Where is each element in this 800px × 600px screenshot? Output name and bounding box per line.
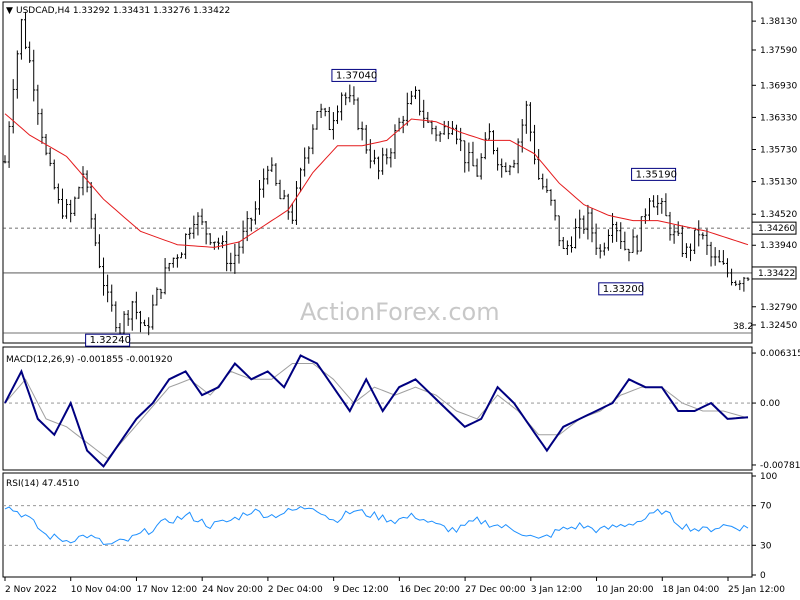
price-tick-label: 1.35730	[760, 145, 797, 155]
annotation-label: 1.37040	[336, 70, 377, 81]
annotation-label: 1.35190	[636, 169, 677, 180]
price-tick-label: 1.32790	[760, 303, 797, 313]
price-axis: 1.38130 1.37590 1.36930 1.36330 1.35730 1.351…	[752, 17, 797, 331]
price-tick-label: 1.34520	[760, 210, 797, 220]
time-axis: 2 Nov 2022 10 Nov 04:00 17 Nov 12:00 24 Nov…	[4, 577, 785, 595]
rsi-tick-label: 70	[760, 502, 772, 512]
price-label-text: 1.33422	[758, 269, 795, 279]
rsi-tick-label: 0	[760, 571, 766, 581]
time-tick-label: 16 Dec 20:00	[399, 585, 460, 595]
watermark: ActionForex.com	[300, 298, 500, 326]
forex-chart: ActionForex.com 1.381301.375901.369301.3…	[2, 1, 800, 595]
time-tick-label: 2 Nov 2022	[5, 585, 57, 595]
annotation-label: 1.32240	[90, 335, 131, 346]
price-label-text: 1.34260	[758, 224, 795, 234]
price-tick-label: 1.38130	[760, 17, 797, 27]
price-tick-label: 1.35130	[760, 178, 797, 188]
symbol-header: USDCAD,H4 1.33292 1.33431 1.33276 1.3342…	[16, 6, 230, 16]
annotation-label: 1.33200	[603, 284, 644, 295]
time-tick-label: 25 Jan 12:00	[728, 585, 785, 595]
macd-tick-label: 0.00	[760, 399, 780, 409]
price-tick-label: 1.32450	[760, 321, 797, 331]
price-tick-label: 1.37590	[760, 46, 797, 56]
time-tick-label: 10 Jan 20:00	[597, 585, 654, 595]
rsi-panel	[2, 472, 753, 578]
macd-title: MACD(12,26,9) -0.001855 -0.001920	[6, 355, 173, 365]
time-tick-label: 17 Nov 12:00	[136, 585, 197, 595]
time-tick-label: 9 Dec 12:00	[334, 585, 389, 595]
macd-tick-label: 0.006315	[760, 349, 800, 359]
time-tick-label: 2 Dec 04:00	[268, 585, 323, 595]
time-tick-label: 24 Nov 20:00	[202, 585, 263, 595]
price-tick-label: 1.33940	[760, 241, 797, 251]
time-tick-label: 27 Dec 00:00	[465, 585, 526, 595]
price-tick-label: 1.36930	[760, 81, 797, 91]
fib-label: 38.2	[733, 322, 753, 332]
macd-panel	[2, 346, 753, 471]
rsi-title: RSI(14) 47.4510	[6, 479, 79, 489]
macd-tick-label: -0.007818	[760, 461, 800, 471]
rsi-tick-label: 30	[760, 541, 772, 551]
chevron-down-icon[interactable]: ▼	[6, 6, 13, 16]
price-tick-label: 1.36330	[760, 113, 797, 123]
time-tick-label: 18 Jan 04:00	[662, 585, 719, 595]
time-tick-label: 10 Nov 04:00	[71, 585, 132, 595]
time-tick-label: 3 Jan 12:00	[531, 585, 583, 595]
rsi-tick-label: 100	[760, 472, 777, 482]
